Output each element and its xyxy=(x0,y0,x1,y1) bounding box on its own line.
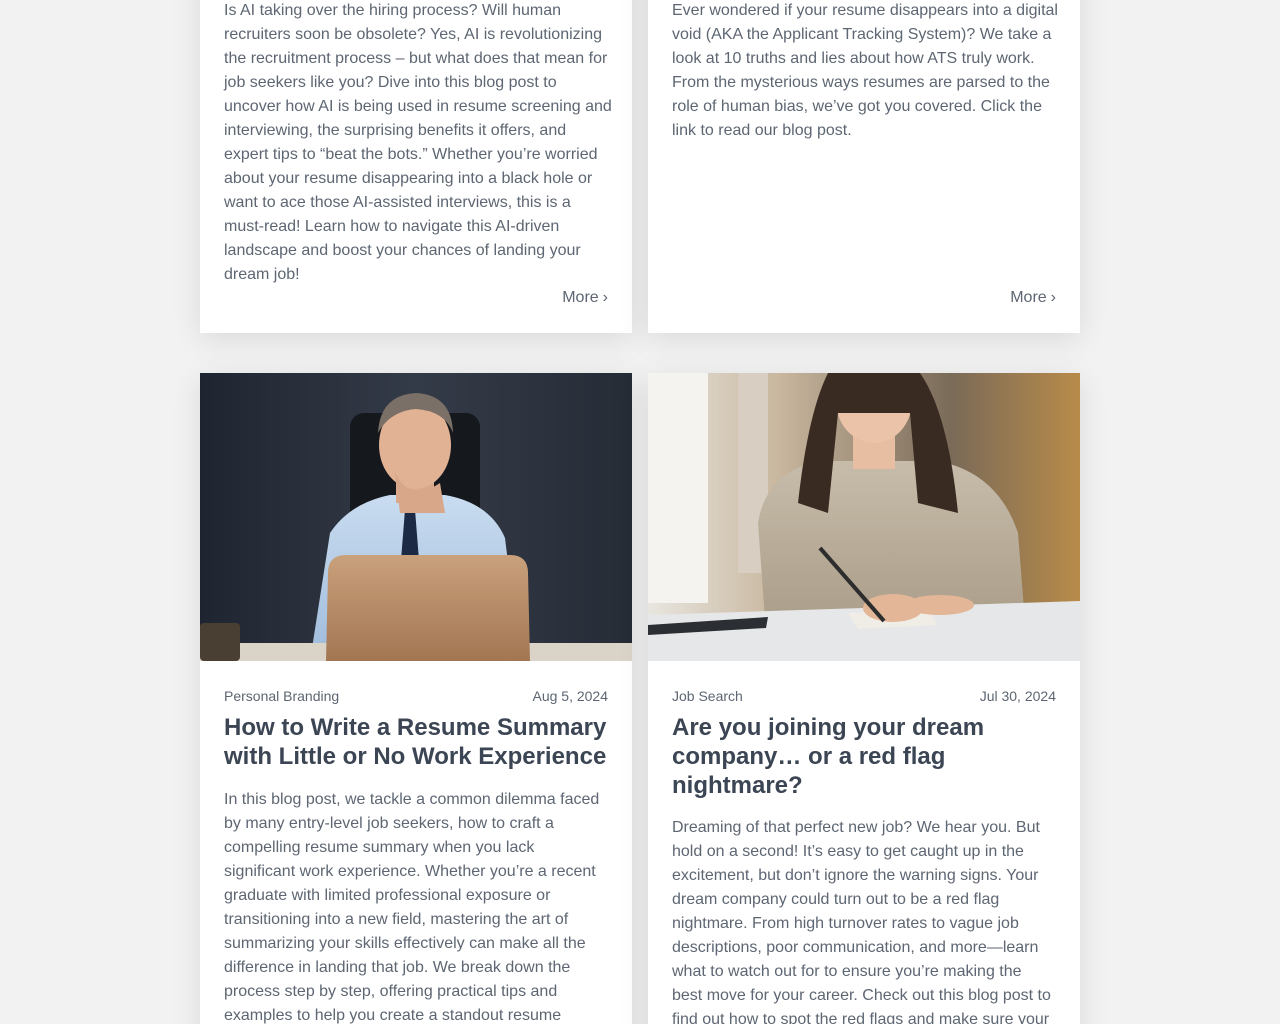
blog-card-resume-summary: Personal Branding Aug 5, 2024 How to Wri… xyxy=(200,373,632,1024)
post-category: Job Search xyxy=(672,688,743,704)
post-category: Personal Branding xyxy=(224,688,340,704)
blog-card-dream-company: Job Search Jul 30, 2024 Are you joining … xyxy=(648,373,1080,1024)
post-excerpt: Dreaming of that perfect new job? We hea… xyxy=(672,819,1051,1024)
post-title[interactable]: Are you joining your dream company… or a… xyxy=(672,713,1064,800)
more-link[interactable]: More › xyxy=(1010,286,1056,310)
blog-listing-page: Is AI taking over the hiring process? Wi… xyxy=(0,0,1280,1024)
post-meta: Job Search Jul 30, 2024 xyxy=(672,687,1056,705)
post-excerpt: Ever wondered if your resume disappears … xyxy=(672,2,1058,139)
chevron-right-icon: › xyxy=(1050,289,1056,306)
more-label: More xyxy=(562,289,599,306)
post-meta: Personal Branding Aug 5, 2024 xyxy=(224,687,608,705)
post-date: Jul 30, 2024 xyxy=(979,688,1056,704)
post-excerpt: In this blog post, we tackle a common di… xyxy=(224,791,600,1024)
blog-card-ai-hiring: Is AI taking over the hiring process? Wi… xyxy=(200,0,632,333)
chevron-right-icon: › xyxy=(602,289,608,306)
woman-signing-document-image xyxy=(648,373,1080,661)
more-link[interactable]: More › xyxy=(562,286,608,310)
post-thumbnail[interactable] xyxy=(648,373,1080,661)
more-label: More xyxy=(1010,289,1047,306)
post-thumbnail[interactable] xyxy=(200,373,632,661)
post-excerpt: Is AI taking over the hiring process? Wi… xyxy=(224,2,612,283)
post-date: Aug 5, 2024 xyxy=(532,688,608,704)
post-title[interactable]: How to Write a Resume Summary with Littl… xyxy=(224,713,616,771)
man-thinking-at-laptop-image xyxy=(200,373,632,661)
blog-card-ats-truths: Ever wondered if your resume disappears … xyxy=(648,0,1080,333)
